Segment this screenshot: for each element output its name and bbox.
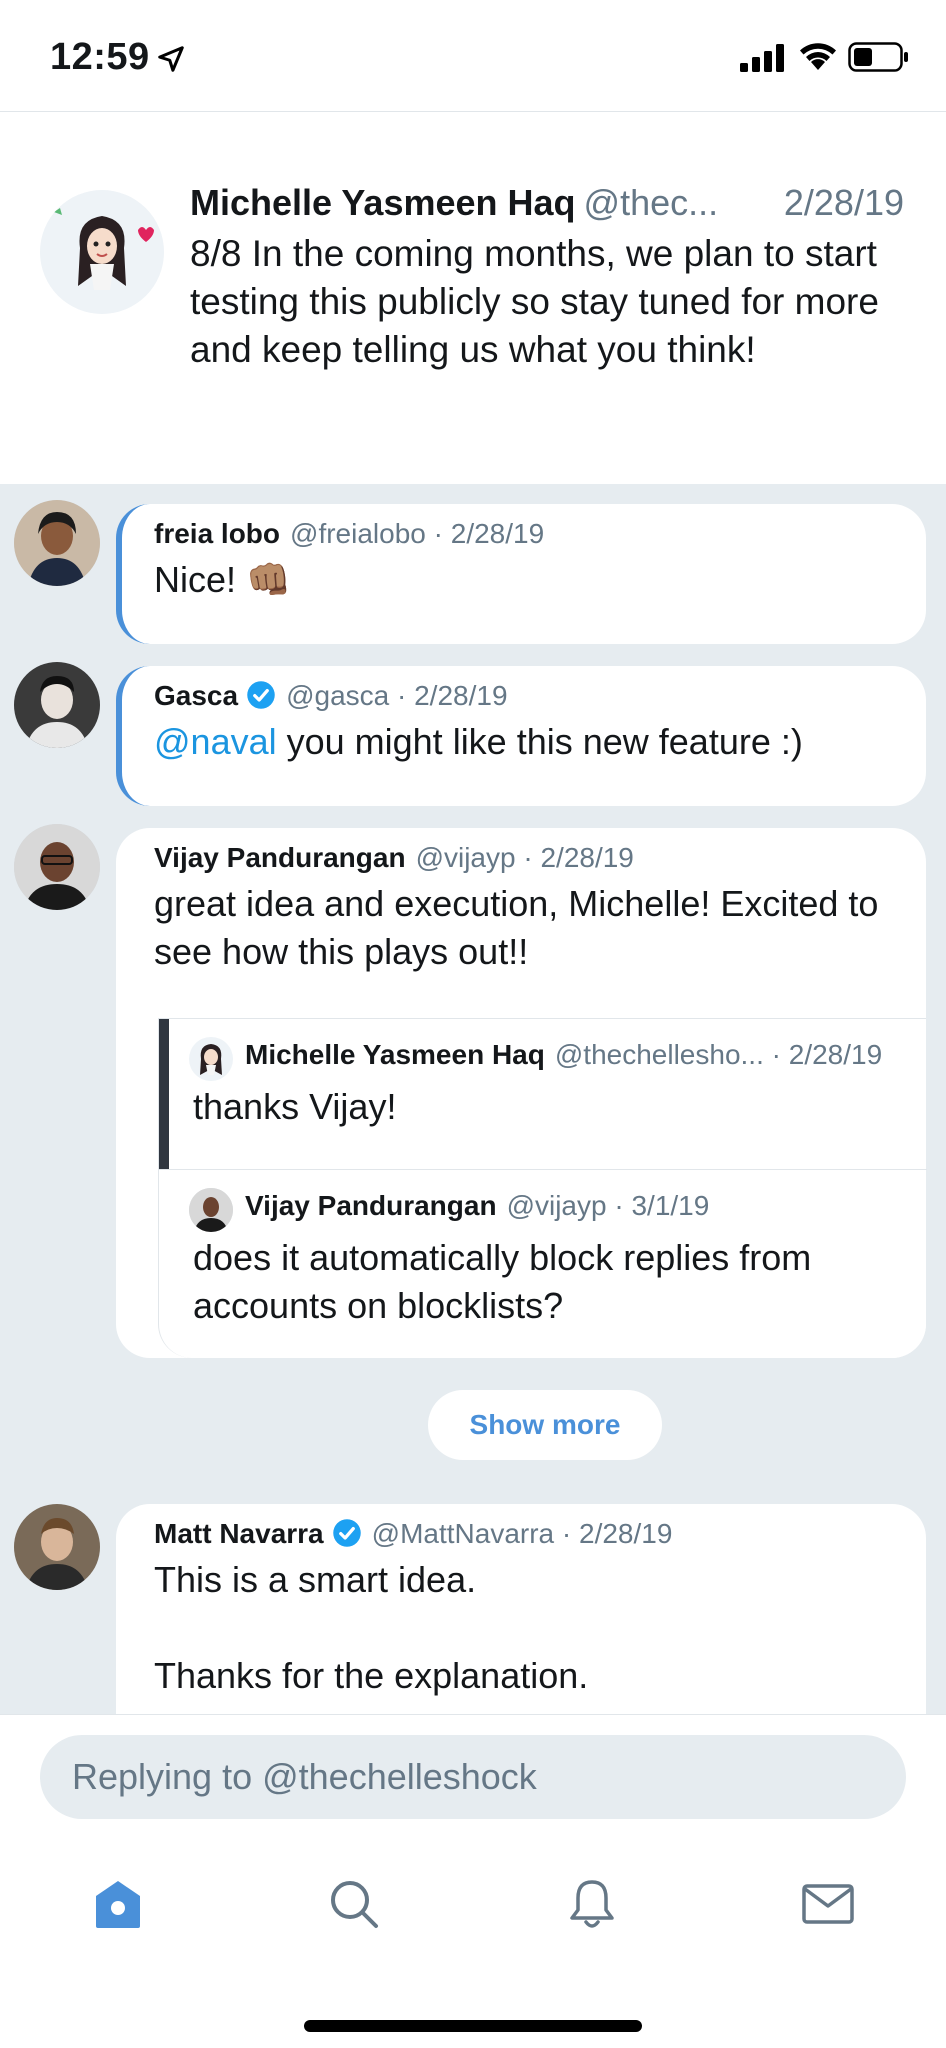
home-indicator [304,2020,642,2032]
reply-author-name[interactable]: Matt Navarra [154,1518,324,1549]
mention-link[interactable]: @naval [154,721,277,762]
reply-text: Thanks for the explanation. [154,1655,589,1696]
conversation-thread[interactable]: freia lobo @freialobo · 2/28/19 Nice! 👊🏽 … [0,484,946,1714]
reply-author-name[interactable]: Gasca [154,680,238,711]
reply-text: @naval you might like this new feature :… [154,718,914,766]
status-time: 12:59 [50,36,150,78]
battery-icon [848,42,908,72]
avatar[interactable] [14,1504,100,1590]
reply-author-handle[interactable]: @MattNavarra [372,1518,554,1549]
reply-author-name[interactable]: Michelle Yasmeen Haq [245,1039,545,1070]
reply-header: Michelle Yasmeen Haq @thechellesho... · 2… [245,1039,882,1071]
nested-reply[interactable]: Michelle Yasmeen Haq @thechellesho... · 2… [159,1019,927,1169]
main-tweet[interactable]: Michelle Yasmeen Haq @thec... 2/28/19 8/8… [0,112,946,484]
verified-badge-icon [332,1519,361,1547]
reply-text: This is a smart idea. [154,1559,477,1600]
reply-author-handle[interactable]: @vijayp [507,1190,607,1221]
author-handle[interactable]: @thec... [584,182,719,223]
verified-badge-icon [247,681,275,709]
reply-text: does it automatically block replies from… [193,1237,812,1326]
avatar[interactable] [189,1188,233,1232]
search-icon[interactable] [326,1876,382,1932]
reply-author-name[interactable]: Vijay Pandurangan [245,1190,497,1221]
reply-card[interactable]: freia lobo @freialobo · 2/28/19 Nice! 👊🏽 [116,504,926,644]
reply-author-name[interactable]: Vijay Pandurangan [154,842,406,873]
cellular-signal-icon [740,44,784,72]
thread-line [159,1019,169,1169]
reply-input[interactable] [40,1735,906,1819]
cartoon-avatar-icon [40,190,164,314]
nested-reply[interactable]: Vijay Pandurangan @vijayp · 3/1/19 does i… [159,1170,927,1359]
reply-bar [0,1714,946,1854]
nested-thread[interactable]: Michelle Yasmeen Haq @thechellesho... · 2… [158,1018,927,1359]
wifi-icon [800,43,836,70]
home-icon[interactable] [90,1876,146,1932]
reply-text: great idea and execution, Michelle! Exci… [154,883,879,972]
main-tweet-header: Michelle Yasmeen Haq @thec... 2/28/19 [190,182,920,224]
reply-author-handle[interactable]: @gasca [286,680,389,711]
reply-header: Gasca @gasca · 2/28/19 [154,680,508,712]
status-bar: 12:59 [0,0,946,112]
avatar[interactable] [14,662,100,748]
show-more-button[interactable]: Show more [428,1390,662,1460]
avatar[interactable] [14,824,100,910]
avatar[interactable] [14,500,100,586]
tweet-text: 8/8 In the coming months, we plan to sta… [190,233,879,370]
reply-author-handle[interactable]: @freialobo [290,518,426,549]
reply-card[interactable]: Gasca @gasca · 2/28/19 @naval you might l… [116,666,926,806]
location-arrow-icon [158,46,184,72]
reply-date: · 2/28/19 [561,1518,673,1549]
reply-text: Nice! 👊🏽 [154,559,291,600]
avatar[interactable] [40,190,164,314]
reply-author-handle[interactable]: @vijayp [416,842,516,873]
reply-date: · 2/28/19 [397,680,508,711]
reply-date: · 2/28/19 [771,1039,883,1070]
reply-header: Matt Navarra @MattNavarra · 2/28/19 [154,1518,672,1550]
reply-author-handle[interactable]: @thechellesho... [555,1039,764,1070]
reply-card[interactable]: Matt Navarra @MattNavarra · 2/28/19 This … [116,1504,926,1714]
bell-icon[interactable] [564,1876,620,1932]
tab-bar [0,1854,946,2048]
reply-header: Vijay Pandurangan @vijayp · 3/1/19 [245,1190,709,1222]
author-name[interactable]: Michelle Yasmeen Haq [190,182,576,223]
reply-date: · 2/28/19 [523,842,634,873]
tweet-date: 2/28/19 [783,182,904,223]
reply-author-name[interactable]: freia lobo [154,518,280,549]
mail-icon[interactable] [800,1876,856,1932]
reply-header: freia lobo @freialobo · 2/28/19 [154,518,544,550]
reply-header: Vijay Pandurangan @vijayp · 2/28/19 [154,842,634,874]
reply-text: thanks Vijay! [193,1086,397,1127]
reply-text-rest: you might like this new feature :) [276,721,803,762]
avatar[interactable] [189,1037,233,1081]
reply-date: · 3/1/19 [614,1190,710,1221]
reply-date: · 2/28/19 [433,518,545,549]
